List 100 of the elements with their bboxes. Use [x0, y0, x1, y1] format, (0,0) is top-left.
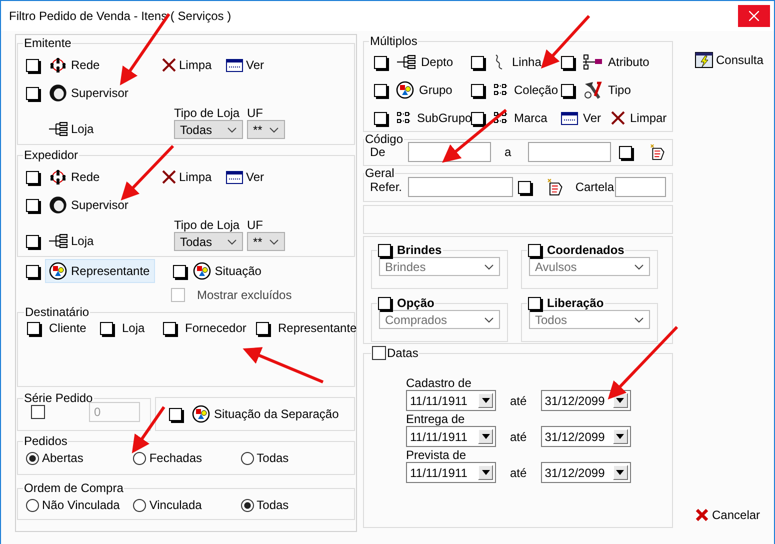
checkbox[interactable] — [26, 170, 39, 184]
cancel-button[interactable]: Cancelar — [695, 508, 774, 522]
checkbox[interactable] — [378, 296, 391, 310]
group-title: Opção — [397, 296, 434, 310]
text-field[interactable] — [408, 177, 513, 197]
checkbox[interactable] — [26, 58, 39, 72]
radio-button[interactable] — [133, 498, 146, 512]
link-label: Limpar — [630, 111, 667, 125]
tree-icon — [396, 55, 416, 69]
radio-button[interactable] — [26, 498, 39, 512]
option-label: Situação — [214, 264, 262, 278]
dropdown-button[interactable] — [612, 429, 628, 444]
field-label: até — [510, 394, 527, 408]
field-label: UF — [247, 218, 264, 232]
radio-button[interactable] — [133, 452, 146, 464]
tree-icon — [48, 122, 68, 136]
checkbox[interactable] — [518, 180, 531, 194]
option-label: Depto — [421, 55, 454, 69]
checkbox[interactable] — [561, 84, 574, 96]
close-button[interactable] — [738, 5, 770, 27]
checkbox[interactable] — [619, 146, 632, 158]
caret-icon — [482, 398, 490, 403]
text-field[interactable] — [615, 177, 666, 197]
checkbox[interactable] — [471, 84, 484, 96]
annotation-arrow — [132, 406, 166, 454]
consulta-button[interactable]: Consulta — [695, 52, 774, 68]
field-label: Refer. — [370, 180, 402, 194]
dropdown[interactable]: Avulsos — [529, 257, 650, 276]
field-label: UF — [247, 106, 264, 120]
link-label: Ver — [246, 170, 264, 184]
caret-icon — [482, 470, 490, 475]
focus-highlight[interactable]: Representante — [45, 259, 155, 283]
dropdown-button[interactable] — [478, 429, 493, 444]
checkbox[interactable] — [374, 112, 387, 124]
checkbox[interactable] — [26, 198, 39, 212]
close-icon — [749, 11, 759, 21]
date-picker[interactable]: 31/12/2099 — [540, 426, 631, 447]
option-label: Grupo — [419, 83, 452, 97]
group-title: Emitente — [23, 36, 72, 50]
checkbox[interactable] — [471, 112, 484, 124]
chevron-icon — [227, 126, 237, 132]
group-title: Brindes — [397, 243, 442, 257]
checkbox[interactable] — [26, 234, 39, 248]
caret-icon — [616, 398, 624, 403]
field-label: De — [370, 145, 386, 159]
checkbox[interactable] — [372, 346, 386, 360]
checkbox[interactable] — [374, 56, 387, 68]
option-label: Marca — [514, 111, 548, 125]
group-title: Código — [364, 132, 404, 146]
grid-icon — [493, 83, 509, 97]
checkbox[interactable] — [374, 84, 387, 96]
dropdown[interactable]: ** — [247, 120, 285, 139]
text-field[interactable] — [528, 142, 611, 162]
radio-button[interactable] — [26, 452, 39, 464]
chevron-icon — [634, 316, 644, 322]
dropdown[interactable]: Comprados — [379, 310, 500, 329]
option-label: Fornecedor — [185, 321, 246, 335]
checkbox[interactable] — [378, 244, 391, 256]
radio-button[interactable] — [240, 452, 254, 464]
network-icon — [49, 57, 67, 73]
checkbox[interactable] — [26, 86, 39, 100]
grid-icon — [396, 111, 412, 125]
checkbox[interactable] — [26, 264, 39, 278]
option-label: Mostrar excluídos — [197, 288, 292, 302]
option-label: SubGrupo — [417, 111, 472, 125]
dropdown[interactable]: Brindes — [379, 257, 500, 276]
checkbox[interactable] — [528, 244, 541, 256]
dropdown[interactable]: Todas — [174, 232, 243, 251]
network-icon — [49, 169, 67, 185]
dropdown[interactable]: ** — [247, 232, 285, 251]
option-label: Rede — [71, 170, 100, 184]
date-picker[interactable]: 11/11/1911 — [406, 462, 496, 483]
annotation-arrow — [540, 14, 590, 69]
date-picker[interactable]: 31/12/2099 — [540, 462, 631, 483]
field-label: até — [510, 430, 527, 444]
checkbox[interactable] — [528, 296, 541, 310]
dropdown[interactable]: Todas — [174, 120, 243, 139]
option-label: Loja — [71, 122, 94, 136]
group-title: Geral — [364, 166, 396, 180]
checkbox[interactable] — [256, 322, 269, 334]
dropdown-button[interactable] — [478, 465, 493, 480]
option-label: Supervisor — [71, 198, 128, 212]
checkbox[interactable] — [100, 322, 113, 334]
date-picker[interactable]: 31/12/2099 — [540, 390, 631, 411]
tree-icon — [48, 234, 68, 248]
checkbox[interactable] — [172, 264, 186, 278]
checkbox[interactable] — [163, 322, 176, 334]
dropdown-button[interactable] — [478, 393, 493, 408]
chevron-icon — [634, 264, 644, 270]
dropdown[interactable]: Todos — [529, 310, 650, 329]
checkbox[interactable] — [27, 322, 40, 334]
x-icon — [162, 58, 176, 72]
checkbox[interactable] — [561, 56, 574, 68]
date-picker[interactable]: 11/11/1911 — [406, 426, 496, 447]
link-label: Limpa — [179, 58, 212, 72]
checkbox[interactable] — [471, 56, 484, 68]
radio-button[interactable] — [240, 498, 254, 512]
date-picker[interactable]: 11/11/1911 — [406, 390, 496, 411]
dropdown-button[interactable] — [612, 465, 628, 480]
checkbox[interactable] — [169, 408, 182, 420]
